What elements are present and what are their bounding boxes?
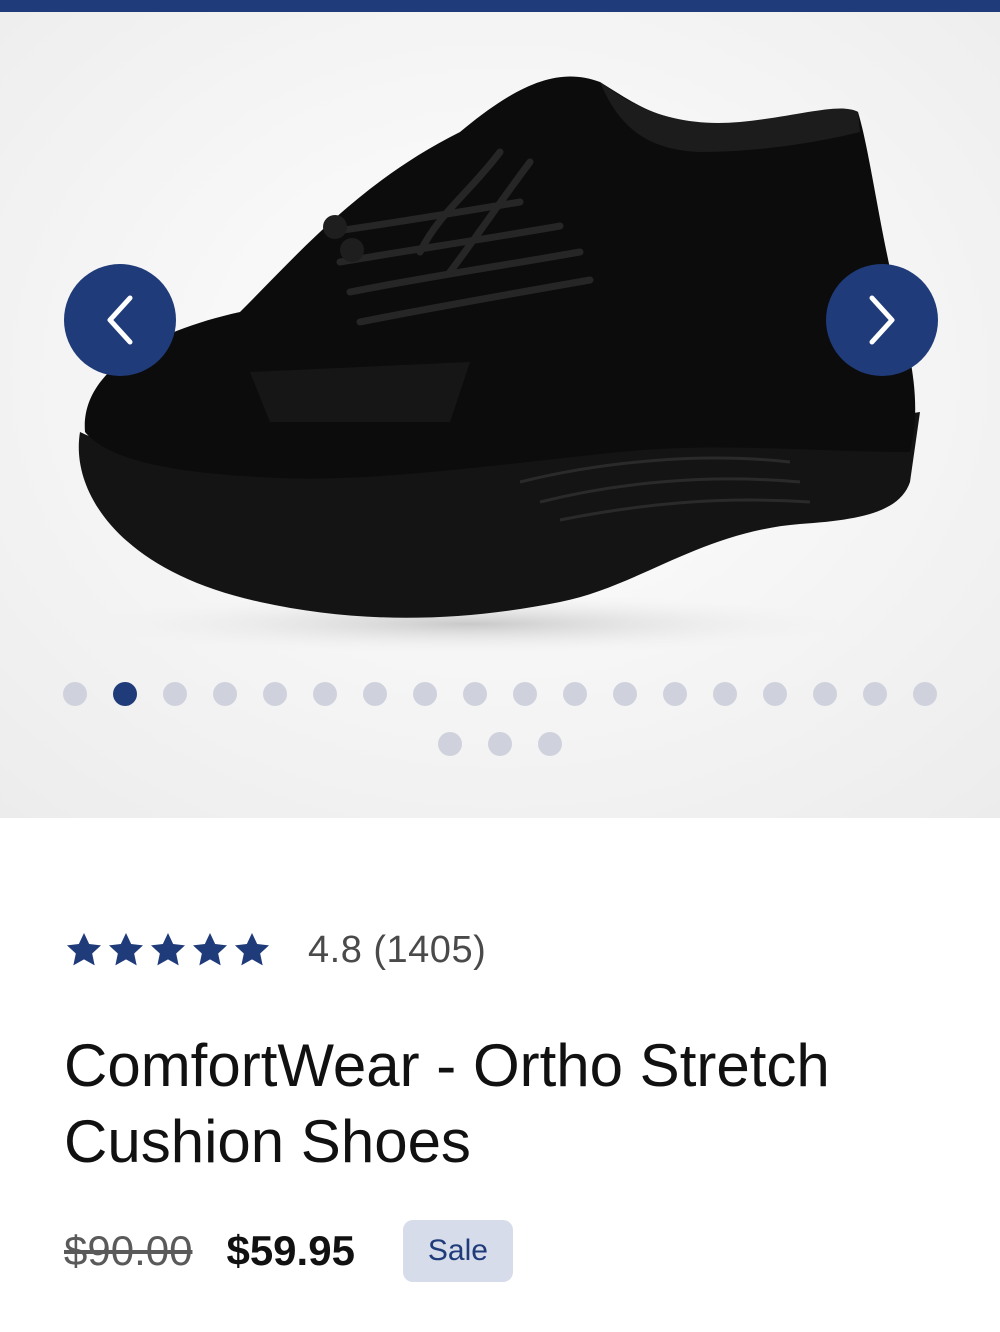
pagination-dot[interactable] xyxy=(438,732,462,756)
pagination-dot[interactable] xyxy=(463,682,487,706)
pagination-dot[interactable] xyxy=(113,682,137,706)
pagination-dot[interactable] xyxy=(713,682,737,706)
pagination-dot[interactable] xyxy=(863,682,887,706)
price-row: $90.00 $59.95 Sale xyxy=(64,1218,513,1284)
pagination-dot[interactable] xyxy=(413,682,437,706)
pagination-dot[interactable] xyxy=(538,732,562,756)
star-icon xyxy=(193,933,227,966)
top-bar xyxy=(0,0,1000,12)
product-title: ComfortWear - Ortho Stretch Cushion Shoe… xyxy=(64,1032,830,1175)
pagination-dot[interactable] xyxy=(213,682,237,706)
pagination-dots xyxy=(0,682,1000,802)
pagination-dot[interactable] xyxy=(63,682,87,706)
pagination-dot[interactable] xyxy=(263,682,287,706)
pagination-dot[interactable] xyxy=(813,682,837,706)
rating-summary: 4.8 (1405) xyxy=(308,928,487,971)
star-icon xyxy=(151,933,185,966)
chevron-right-icon xyxy=(869,295,895,345)
pagination-dot[interactable] xyxy=(488,732,512,756)
pagination-dot[interactable] xyxy=(313,682,337,706)
sale-price: $59.95 xyxy=(226,1227,355,1274)
pagination-dot[interactable] xyxy=(563,682,587,706)
pagination-dot[interactable] xyxy=(613,682,637,706)
pagination-dot[interactable] xyxy=(513,682,537,706)
star-rating xyxy=(64,930,272,970)
pagination-dot[interactable] xyxy=(663,682,687,706)
star-icon xyxy=(67,933,101,966)
rating-row[interactable]: 4.8 (1405) xyxy=(64,926,486,974)
pagination-dot[interactable] xyxy=(913,682,937,706)
pagination-dot[interactable] xyxy=(363,682,387,706)
pagination-dot[interactable] xyxy=(163,682,187,706)
original-price: $90.00 xyxy=(64,1227,193,1274)
next-image-button[interactable] xyxy=(826,264,938,376)
star-icon xyxy=(235,933,269,966)
star-icon xyxy=(109,933,143,966)
pagination-dot[interactable] xyxy=(763,682,787,706)
previous-image-button[interactable] xyxy=(64,264,176,376)
sale-badge: Sale xyxy=(402,1220,513,1282)
product-image-gallery[interactable] xyxy=(0,12,1000,818)
chevron-left-icon xyxy=(107,295,133,345)
